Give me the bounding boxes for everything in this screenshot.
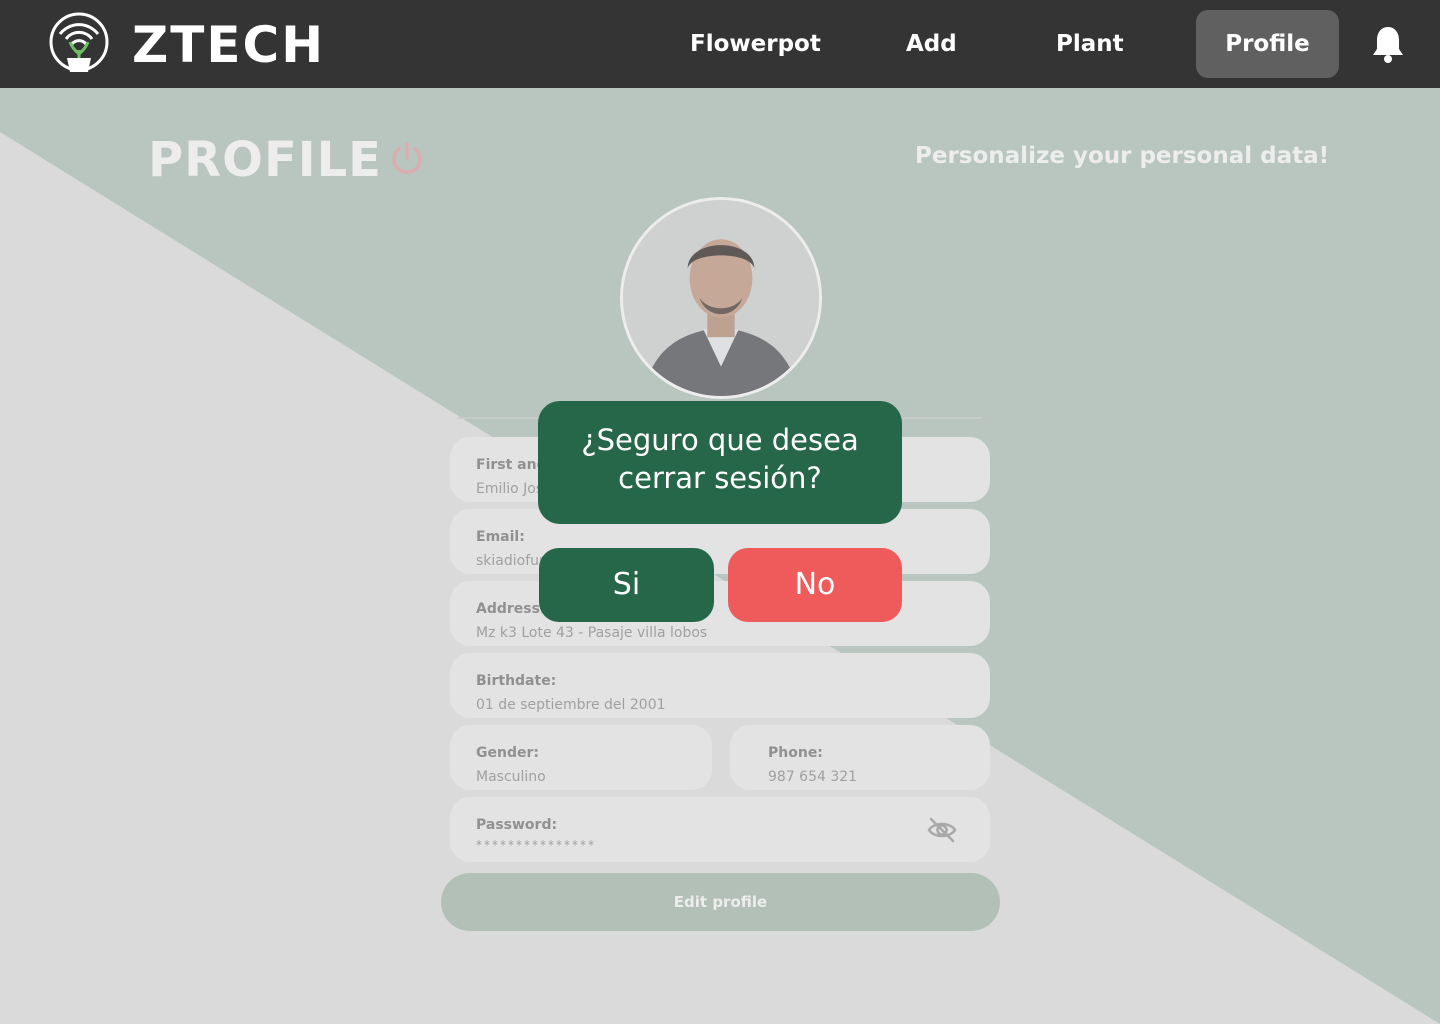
dialog-question-line2: cerrar sesión? — [618, 461, 822, 495]
nav-flowerpot[interactable]: Flowerpot — [690, 28, 821, 60]
wifi-plant-pot-logo[interactable] — [48, 10, 112, 78]
nav-plant[interactable]: Plant — [1056, 28, 1124, 60]
modal-backdrop[interactable] — [0, 88, 1440, 1024]
confirm-yes-button[interactable]: Si — [539, 548, 714, 622]
brand-name: ZTECH — [132, 16, 326, 74]
logout-confirm-dialog: ¿Seguro que desea cerrar sesión? — [538, 401, 902, 524]
top-navbar: ZTECH Flowerpot Add Plant Profile — [0, 0, 1440, 88]
nav-add[interactable]: Add — [906, 28, 957, 60]
confirm-no-button[interactable]: No — [728, 548, 902, 622]
nav-profile[interactable]: Profile — [1196, 10, 1339, 78]
bell-icon[interactable] — [1370, 24, 1406, 64]
dialog-question-line1: ¿Seguro que desea — [581, 423, 859, 457]
